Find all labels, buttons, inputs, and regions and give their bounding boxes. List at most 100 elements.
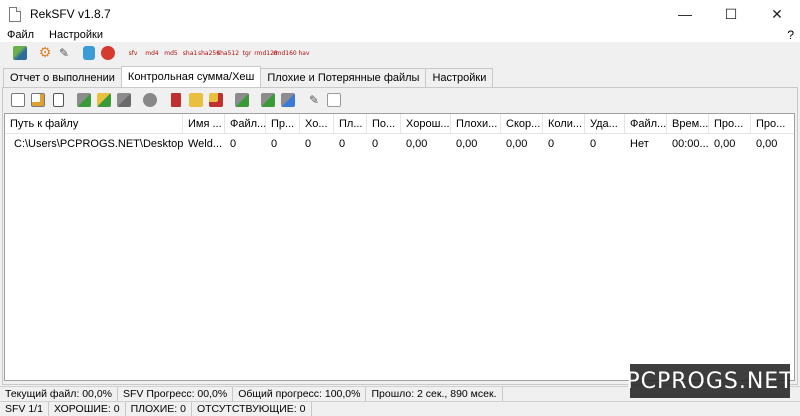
menu-bar: Файл Настройки ? xyxy=(0,28,800,42)
table-cell: 0 xyxy=(339,138,346,150)
menu-settings[interactable]: Настройки xyxy=(49,29,103,41)
column-header[interactable]: Файл... xyxy=(225,114,266,134)
tab-strip: Отчет о выполнении Контрольная сумма/Хеш… xyxy=(3,66,494,87)
status-current-file: Текущий файл: 00,0% xyxy=(0,386,118,402)
stop-button[interactable] xyxy=(99,44,117,62)
tab-settings[interactable]: Настройки xyxy=(425,68,494,87)
move-icon xyxy=(261,93,275,107)
stop-icon xyxy=(101,46,115,60)
minimize-button[interactable]: — xyxy=(662,0,708,28)
settings-button[interactable]: ⚙ xyxy=(36,44,54,62)
column-header[interactable]: По... xyxy=(367,114,401,134)
document-icon xyxy=(52,93,64,107)
edit-file-icon xyxy=(31,93,45,107)
copy-to-button[interactable] xyxy=(280,92,296,108)
cell-path: C:\Users\PCPROGS.NET\Desktop\ xyxy=(5,134,183,154)
folder-check-icon xyxy=(189,93,203,107)
column-header[interactable]: Врем... xyxy=(667,114,709,134)
trash-icon xyxy=(171,93,181,107)
edit-button[interactable] xyxy=(30,92,46,108)
status-total-progress: Общий прогресс: 100,0% xyxy=(233,386,367,402)
table-cell: Weld... xyxy=(188,138,223,150)
wrench-icon: ✎ xyxy=(58,46,70,60)
table-cell: 0 xyxy=(305,138,312,150)
hash-rmd160-button[interactable]: rmd160 xyxy=(273,44,296,62)
column-header[interactable]: Пл... xyxy=(334,114,367,134)
column-header[interactable]: Скор... xyxy=(501,114,543,134)
table-cell: 0,00 xyxy=(714,138,736,150)
table-cell: 0,00 xyxy=(756,138,778,150)
table-cell: 0 xyxy=(548,138,555,150)
column-header[interactable]: Уда... xyxy=(585,114,625,134)
check-good-button[interactable] xyxy=(188,92,204,108)
column-header[interactable]: Коли... xyxy=(543,114,585,134)
pause-button[interactable] xyxy=(80,44,98,62)
remove-files-button[interactable] xyxy=(116,92,132,108)
column-header[interactable]: Хо... xyxy=(300,114,334,134)
wrench-icon: ✎ xyxy=(308,93,320,107)
remove-file-icon xyxy=(117,93,131,107)
check-bad-button[interactable] xyxy=(208,92,224,108)
add-folder-button[interactable] xyxy=(96,92,112,108)
app-icon xyxy=(9,6,21,22)
hash-sfv-button[interactable]: sfv xyxy=(124,44,142,62)
table-cell: 0 xyxy=(372,138,379,150)
export-button[interactable] xyxy=(234,92,250,108)
move-button[interactable] xyxy=(260,92,276,108)
stop-task-button[interactable] xyxy=(142,92,158,108)
main-toolbar: ⚙ ✎ sfv md4 md5 sha1 sha256 sha512 tgr r… xyxy=(0,42,800,64)
folder-add-icon xyxy=(97,93,111,107)
column-header[interactable]: Пр... xyxy=(266,114,300,134)
column-header[interactable]: Плохи... xyxy=(451,114,501,134)
copy-to-icon xyxy=(281,93,295,107)
checksum-toolbar: ✎ xyxy=(10,92,346,108)
select-files-button[interactable] xyxy=(10,92,26,108)
hash-sha256-button[interactable]: sha256 xyxy=(198,44,220,62)
tab-bad-missing-files[interactable]: Плохие и Потерянные файлы xyxy=(260,68,427,87)
column-header[interactable]: Путь к файлу xyxy=(5,114,183,134)
table-cell: 0 xyxy=(230,138,237,150)
maximize-button[interactable]: ☐ xyxy=(708,0,754,28)
tab-checksum-hash[interactable]: Контрольная сумма/Хеш xyxy=(120,66,262,87)
status-bar-results: SFV 1/1 ХОРОШИЕ: 0 ПЛОХИЕ: 0 ОТСУТСТВУЮЩ… xyxy=(0,401,800,416)
copy-button[interactable] xyxy=(326,92,342,108)
add-files-button[interactable] xyxy=(76,92,92,108)
close-button[interactable]: ✕ xyxy=(754,0,800,28)
tools-button[interactable]: ✎ xyxy=(55,44,73,62)
search-file-icon xyxy=(11,93,25,107)
window-title: RekSFV v1.8.7 xyxy=(30,7,111,21)
menu-file[interactable]: Файл xyxy=(7,29,34,41)
status-missing-count: ОТСУТСТВУЮЩИЕ: 0 xyxy=(192,401,312,416)
table-header: Путь к файлу Имя ... Файл... Пр... Хо...… xyxy=(5,114,794,134)
column-header[interactable]: Имя ... xyxy=(183,114,225,134)
hash-sha512-button[interactable]: sha512 xyxy=(217,44,239,62)
stop-circle-icon xyxy=(143,93,157,107)
add-file-icon xyxy=(77,93,91,107)
gear-icon: ⚙ xyxy=(38,45,52,61)
column-header[interactable]: Про... xyxy=(751,114,794,134)
export-icon xyxy=(235,93,249,107)
hash-haval-button[interactable]: hav xyxy=(295,44,313,62)
column-header[interactable]: Про... xyxy=(709,114,751,134)
table-cell: 00:00... xyxy=(672,138,709,150)
table-cell: 0 xyxy=(271,138,278,150)
hash-md5-button[interactable]: md5 xyxy=(162,44,180,62)
status-good-count: ХОРОШИЕ: 0 xyxy=(49,401,126,416)
hash-md4-button[interactable]: md4 xyxy=(143,44,161,62)
table-cell: 0,00 xyxy=(506,138,528,150)
hash-sha1-button[interactable]: sha1 xyxy=(181,44,199,62)
pause-icon xyxy=(83,46,95,60)
tools-secondary-button[interactable]: ✎ xyxy=(306,92,322,108)
open-sfv-button[interactable] xyxy=(11,44,29,62)
file-list-table[interactable]: Путь к файлу Имя ... Файл... Пр... Хо...… xyxy=(4,113,795,381)
status-bad-count: ПЛОХИЕ: 0 xyxy=(126,401,192,416)
window-controls: — ☐ ✕ xyxy=(662,0,800,28)
table-row[interactable]: C:\Users\PCPROGS.NET\Desktop\ Weld... 0 … xyxy=(5,134,794,154)
status-sfv-progress: SFV Прогресс: 00,0% xyxy=(118,386,234,402)
help-button[interactable]: ? xyxy=(787,28,794,42)
column-header[interactable]: Файл... xyxy=(625,114,667,134)
column-header[interactable]: Хорош... xyxy=(401,114,451,134)
clear-list-button[interactable] xyxy=(168,92,184,108)
document-button[interactable] xyxy=(50,92,66,108)
tab-progress-report[interactable]: Отчет о выполнении xyxy=(3,68,122,87)
